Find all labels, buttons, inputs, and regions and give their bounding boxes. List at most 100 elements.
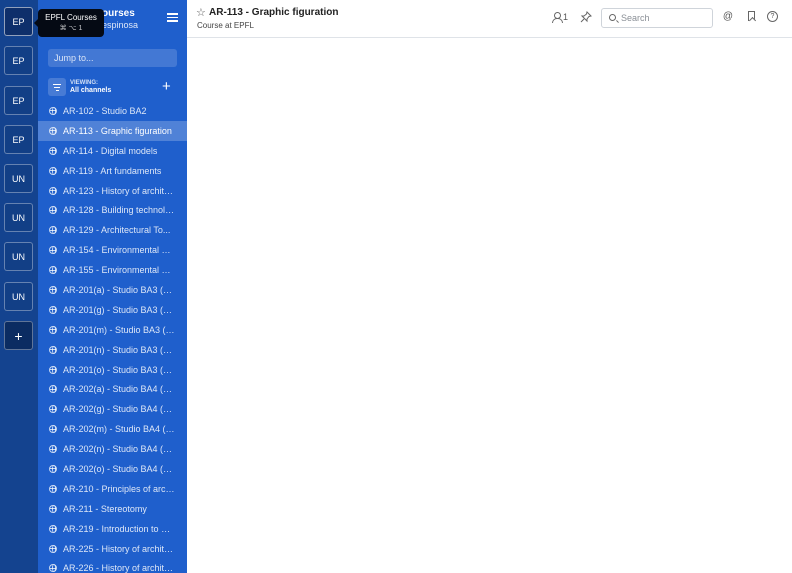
sidebar-channel-item[interactable]: AR-128 - Building technolo... [38, 200, 187, 220]
sidebar-channel-item[interactable]: AR-201(g) - Studio BA3 (Rey) [38, 300, 187, 320]
globe-icon [49, 146, 57, 155]
search-input[interactable]: Search [601, 8, 713, 28]
channel-name: AR-202(m) - Studio BA4 (T... [63, 424, 175, 435]
channel-name: AR-201(m) - Studio BA3 (T... [63, 324, 175, 335]
sidebar-channel-item[interactable]: AR-201(n) - Studio BA3 (La... [38, 340, 187, 360]
globe-icon [49, 285, 57, 294]
jump-to-input[interactable]: Jump to... [48, 49, 177, 67]
channel-name: AR-202(o) - Studio BA4 (Ve... [63, 463, 175, 474]
favorite-star-icon[interactable]: ☆ [196, 6, 206, 19]
channel-name: AR-201(n) - Studio BA3 (La... [63, 344, 175, 355]
help-button[interactable]: ? [767, 11, 779, 23]
sidebar-channel-item[interactable]: AR-119 - Art fundaments [38, 161, 187, 181]
channel-name: AR-201(o) - Studio BA3 (Ve... [63, 364, 175, 375]
globe-icon [49, 544, 57, 553]
sidebar-channel-item[interactable]: AR-201(o) - Studio BA3 (Ve... [38, 360, 187, 380]
sidebar-channel-item[interactable]: AR-202(g) - Studio BA4 (Rey) [38, 399, 187, 419]
channel-title[interactable]: AR-113 - Graphic figuration [209, 7, 338, 18]
team-button[interactable]: EP [4, 86, 33, 115]
chevron-down-icon[interactable]: ⌵ [328, 5, 334, 15]
channel-name: AR-202(n) - Studio BA4 (La... [63, 444, 175, 455]
sidebar-channel-item[interactable]: AR-201(m) - Studio BA3 (T... [38, 320, 187, 340]
channel-header: ☆ AR-113 - Graphic figuration ⌵ Course a… [187, 0, 792, 38]
sidebar-channel-item[interactable]: AR-113 - Graphic figuration [38, 120, 187, 141]
member-count-button[interactable]: 1 [552, 12, 568, 23]
bookmark-icon [748, 11, 755, 21]
globe-icon [49, 425, 57, 434]
help-icon: ? [767, 11, 778, 22]
channel-list: AR-102 - Studio BA2 AR-113 - Graphic figu… [38, 101, 187, 573]
search-placeholder: Search [621, 13, 650, 23]
globe-icon [49, 106, 57, 115]
sidebar-channel-item[interactable]: AR-211 - Stereotomy [38, 499, 187, 519]
sidebar-channel-item[interactable]: AR-201(a) - Studio BA3 (Ba... [38, 280, 187, 300]
team-button[interactable]: EP [4, 7, 33, 36]
sidebar-channel-item[interactable]: AR-202(a) - Studio BA4 (Ba... [38, 379, 187, 399]
globe-icon [49, 126, 57, 135]
globe-icon [49, 226, 57, 235]
member-icon [552, 12, 563, 23]
sidebar-channel-item[interactable]: AR-202(n) - Studio BA4 (La... [38, 439, 187, 459]
team-sidebar: EP EP EP EP UN UN UN UN + [0, 0, 38, 573]
channel-name: AR-154 - Environmental hi... [63, 245, 175, 256]
channel-name: AR-155 - Environmental hi... [63, 265, 175, 276]
search-icon [609, 14, 616, 21]
channel-name: AR-201(g) - Studio BA3 (Rey) [63, 304, 175, 315]
team-name[interactable]: ourses [102, 8, 135, 19]
sidebar-channel-item[interactable]: AR-202(o) - Studio BA4 (Ve... [38, 459, 187, 479]
channel-name: AR-225 - History of archite... [63, 543, 175, 554]
globe-icon [49, 464, 57, 473]
team-button[interactable]: UN [4, 242, 33, 271]
sidebar-channel-item[interactable]: AR-225 - History of archite... [38, 539, 187, 559]
sidebar-channel-item[interactable]: AR-155 - Environmental hi... [38, 260, 187, 280]
team-button[interactable]: UN [4, 282, 33, 311]
channel-name: AR-210 - Principles of arch... [63, 483, 175, 494]
team-button[interactable]: UN [4, 164, 33, 193]
viewing-label: VIEWING: [70, 80, 98, 86]
channel-name: AR-211 - Stereotomy [63, 503, 147, 514]
globe-icon [49, 266, 57, 275]
channel-name: AR-102 - Studio BA2 [63, 105, 147, 116]
sidebar-channel-item[interactable]: AR-123 - History of archite... [38, 181, 187, 201]
globe-icon [49, 325, 57, 334]
sidebar-channel-item[interactable]: AR-114 - Digital models [38, 141, 187, 161]
sidebar-channel-item[interactable]: AR-102 - Studio BA2 [38, 101, 187, 121]
channel-filter[interactable]: VIEWING: All channels + [48, 78, 178, 96]
viewing-value: All channels [70, 87, 112, 94]
channel-name: AR-119 - Art fundaments [63, 165, 162, 176]
globe-icon [49, 206, 57, 215]
sidebar-channel-item[interactable]: AR-210 - Principles of arch... [38, 479, 187, 499]
channel-name: AR-226 - History of archite... [63, 563, 175, 573]
add-team-button[interactable]: + [4, 321, 33, 350]
channel-name: AR-201(a) - Studio BA3 (Ba... [63, 284, 175, 295]
channel-name: AR-219 - Introduction to C... [63, 523, 175, 534]
team-button[interactable]: EP [4, 125, 33, 154]
team-button[interactable]: EP [4, 46, 33, 75]
tooltip-title: EPFL Courses [45, 13, 97, 22]
sidebar-channel-item[interactable]: AR-129 - Architectural To... [38, 220, 187, 240]
filter-icon[interactable] [48, 78, 66, 96]
globe-icon [49, 365, 57, 374]
channel-name: AR-202(g) - Studio BA4 (Rey) [63, 404, 175, 415]
recent-mentions-icon[interactable]: @ [722, 11, 734, 23]
tooltip-shortcut: ⌘ ⌥ 1 [59, 25, 83, 32]
pin-icon[interactable] [580, 11, 592, 23]
globe-icon [49, 524, 57, 533]
channel-name: AR-113 - Graphic figuration [63, 125, 172, 136]
globe-icon [49, 405, 57, 414]
main-menu-icon[interactable] [167, 13, 178, 22]
globe-icon [49, 166, 57, 175]
globe-icon [49, 345, 57, 354]
sidebar-channel-item[interactable]: AR-219 - Introduction to C... [38, 519, 187, 539]
team-button[interactable]: UN [4, 203, 33, 232]
saved-items-button[interactable] [746, 11, 758, 23]
globe-icon [49, 445, 57, 454]
add-channel-button[interactable]: + [162, 78, 171, 95]
globe-icon [49, 305, 57, 314]
sidebar-channel-item[interactable]: AR-226 - History of archite... [38, 558, 187, 573]
sidebar-channel-item[interactable]: AR-154 - Environmental hi... [38, 240, 187, 260]
globe-icon [49, 484, 57, 493]
channel-sidebar: ourses espinosa Jump to... VIEWING: All … [38, 0, 187, 573]
globe-icon [49, 504, 57, 513]
sidebar-channel-item[interactable]: AR-202(m) - Studio BA4 (T... [38, 419, 187, 439]
